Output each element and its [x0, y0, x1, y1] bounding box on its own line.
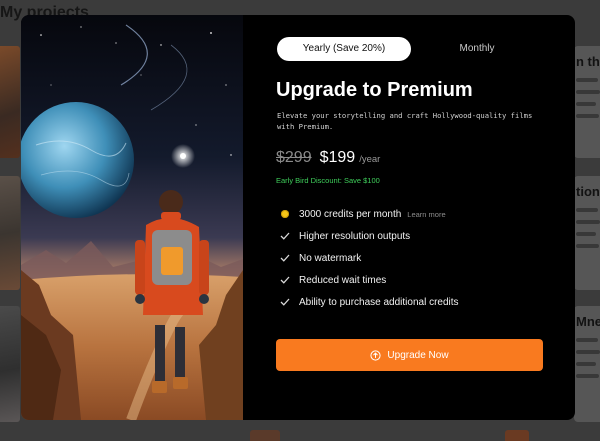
background-project-thumbnail: [0, 176, 20, 290]
check-icon: [278, 276, 292, 284]
learn-more-link[interactable]: Learn more: [407, 210, 445, 219]
feature-item: Higher resolution outputs: [278, 225, 459, 247]
upgrade-now-label: Upgrade Now: [387, 349, 449, 361]
background-card-text: [576, 90, 600, 94]
background-card-text: [576, 232, 596, 236]
feature-label: Ability to purchase additional credits: [299, 296, 459, 308]
feature-item: No watermark: [278, 247, 459, 269]
original-price: $299: [276, 149, 312, 166]
background-card-text: [576, 244, 599, 248]
check-icon: [278, 298, 292, 306]
background-thumbnail-strip: [250, 430, 280, 441]
toggle-monthly[interactable]: Monthly: [445, 37, 509, 61]
feature-list: 3000 credits per month Learn more Higher…: [278, 203, 459, 313]
background-thumbnail-strip: [505, 430, 529, 441]
background-card-text: [576, 220, 600, 224]
price-row: $299 $199 /year: [276, 149, 380, 167]
upgrade-modal: Yearly (Save 20%) Monthly Upgrade to Pre…: [21, 15, 575, 420]
feature-item: 3000 credits per month Learn more: [278, 203, 459, 225]
background-project-card: Mne: [574, 306, 600, 422]
upgrade-now-button[interactable]: Upgrade Now: [276, 339, 543, 371]
feature-label: 3000 credits per month: [299, 208, 402, 220]
background-project-thumbnail: [0, 306, 20, 422]
price-period: /year: [359, 154, 381, 165]
background-card-text: [576, 374, 599, 378]
toggle-yearly[interactable]: Yearly (Save 20%): [277, 37, 411, 61]
background-card-title: n th: [576, 54, 600, 69]
billing-period-toggle: Yearly (Save 20%) Monthly: [277, 37, 543, 61]
feature-item: Reduced wait times: [278, 269, 459, 291]
background-card-title: tion: [576, 184, 600, 199]
background-card-text: [576, 78, 598, 82]
background-card-text: [576, 338, 598, 342]
background-card-text: [576, 350, 600, 354]
modal-title: Upgrade to Premium: [276, 79, 473, 101]
background-card-title: Mne: [576, 314, 600, 329]
background-card-text: [576, 114, 599, 118]
feature-item: Ability to purchase additional credits: [278, 291, 459, 313]
background-card-text: [576, 208, 598, 212]
background-project-card: n th: [574, 46, 600, 158]
hero-illustration: [21, 15, 243, 420]
feature-label: No watermark: [299, 252, 362, 264]
page: My projects n th tion Mne Yearly (Save 2…: [0, 0, 600, 441]
plan-panel: Yearly (Save 20%) Monthly Upgrade to Pre…: [243, 15, 575, 420]
feature-label: Reduced wait times: [299, 274, 387, 286]
background-card-text: [576, 102, 596, 106]
background-project-thumbnail: [0, 46, 20, 158]
check-icon: [278, 254, 292, 262]
current-price: $199: [319, 149, 356, 166]
feature-label: Higher resolution outputs: [299, 230, 411, 242]
arrow-up-circle-icon: [370, 349, 382, 361]
modal-subtitle: Elevate your storytelling and craft Holl…: [277, 111, 533, 131]
check-icon: [278, 232, 292, 240]
background-card-text: [576, 362, 596, 366]
discount-note: Early Bird Discount: Save $100: [276, 176, 380, 185]
coin-icon: [278, 210, 292, 218]
background-project-card: tion: [574, 176, 600, 290]
astronaut-on-mars-illustration: [21, 15, 243, 420]
